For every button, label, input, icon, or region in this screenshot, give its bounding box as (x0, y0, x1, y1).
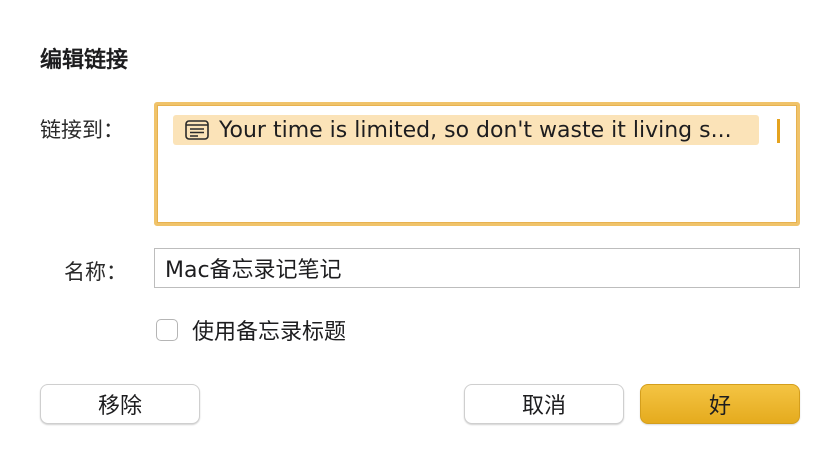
ok-button[interactable]: 好 (640, 384, 800, 424)
use-note-title-label: 使用备忘录标题 (192, 320, 347, 345)
linked-note-token[interactable]: Your time is limited, so don't waste it … (173, 115, 759, 145)
name-label: 名称： (64, 260, 127, 284)
remove-button[interactable]: 移除 (40, 384, 200, 424)
note-icon (185, 120, 211, 140)
link-target-field[interactable]: Your time is limited, so don't waste it … (154, 102, 800, 226)
use-note-title-option[interactable]: 使用备忘录标题 (156, 314, 346, 346)
linked-note-title: Your time is limited, so don't waste it … (219, 117, 732, 143)
cancel-button[interactable]: 取消 (464, 384, 624, 424)
name-field[interactable] (154, 248, 800, 288)
link-to-label: 链接到： (40, 118, 124, 142)
use-note-title-checkbox[interactable] (156, 319, 178, 341)
dialog-title: 编辑链接 (40, 48, 129, 73)
text-cursor (777, 119, 780, 143)
